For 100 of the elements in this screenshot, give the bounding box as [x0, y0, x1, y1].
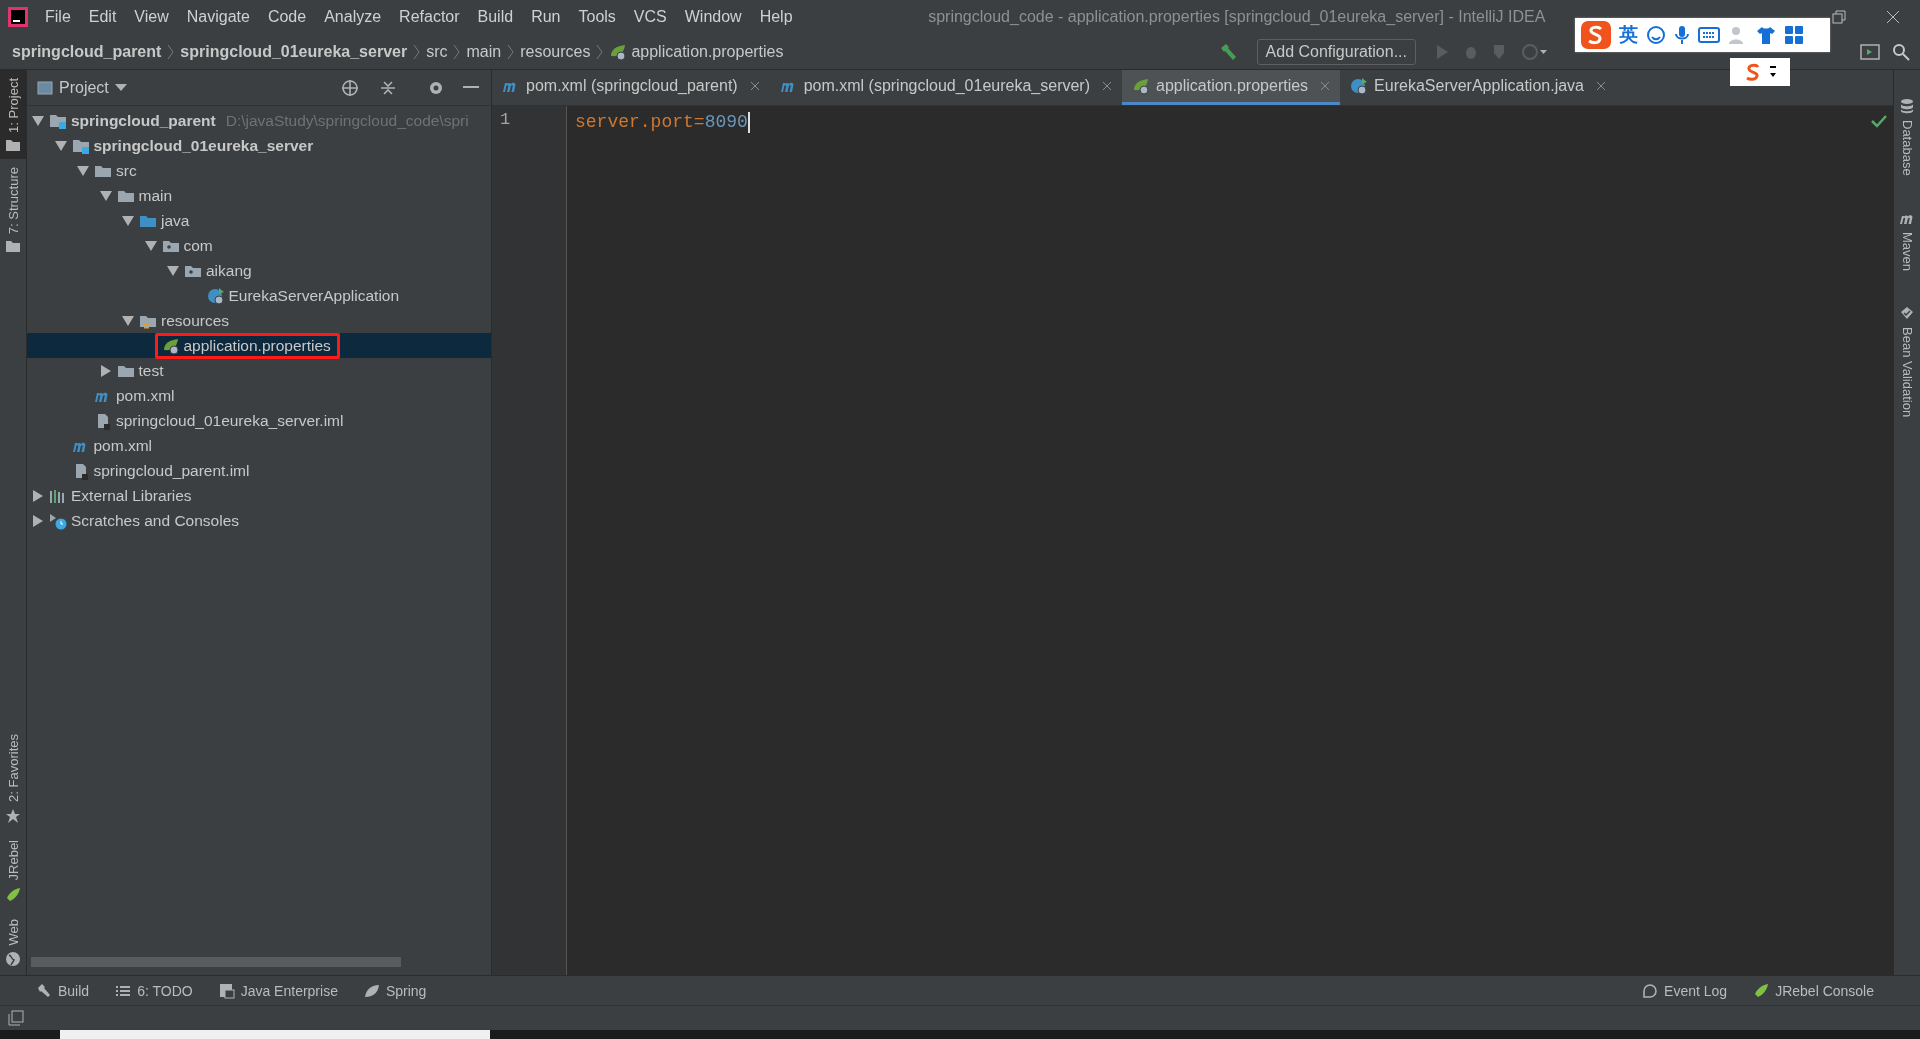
tree-item-label: Scratches and Consoles: [71, 511, 239, 530]
tool-window-tab[interactable]: Maven: [1894, 201, 1920, 279]
menu-item[interactable]: VCS: [624, 8, 676, 26]
search-icon[interactable]: [1892, 42, 1910, 61]
editor-tab[interactable]: pom.xml (springcloud_01eureka_server): [769, 70, 1122, 105]
tool-window-tab[interactable]: Database: [1894, 90, 1920, 184]
panels-toggle-icon[interactable]: [8, 1010, 24, 1026]
shirt-icon[interactable]: [1756, 25, 1776, 45]
enterprise-window-icon: [218, 982, 235, 999]
menu-item[interactable]: Refactor: [390, 8, 469, 26]
tree-item[interactable]: test: [27, 358, 491, 383]
tree-item-label: pom.xml: [93, 436, 153, 455]
breadcrumb[interactable]: springcloud_parent: [12, 42, 162, 61]
tool-window-button[interactable]: JRebel Console: [1753, 982, 1874, 999]
menu-item[interactable]: View: [125, 8, 178, 26]
tree-item[interactable]: springcloud_01eureka_server.iml: [27, 408, 491, 433]
close-icon[interactable]: [1596, 81, 1606, 91]
tool-window-button[interactable]: Event Log: [1642, 982, 1728, 999]
tree-item[interactable]: pom.xml: [27, 433, 491, 458]
tool-window-tab[interactable]: Web: [0, 910, 26, 975]
collapse-all-icon[interactable]: [379, 78, 397, 97]
spring-class-icon: [206, 286, 225, 305]
editor-tab[interactable]: EurekaServerApplication.java: [1340, 70, 1616, 105]
spring-class-icon: [1350, 77, 1369, 95]
tree-item[interactable]: main: [27, 183, 491, 208]
panel-title[interactable]: Project: [59, 78, 109, 97]
breadcrumb[interactable]: springcloud_01eureka_server: [180, 42, 408, 61]
collapsed-arrow-icon[interactable]: [33, 489, 43, 502]
breadcrumb[interactable]: src: [426, 42, 448, 61]
tree-item[interactable]: src: [27, 158, 491, 183]
menu-item[interactable]: Navigate: [177, 8, 259, 26]
tree-item[interactable]: application.properties: [27, 333, 491, 358]
caret-icon[interactable]: [1769, 65, 1777, 79]
language-mode[interactable]: 英: [1619, 22, 1638, 48]
tree-item[interactable]: resources: [27, 308, 491, 333]
tree-item[interactable]: External Libraries: [27, 483, 491, 508]
expanded-arrow-icon[interactable]: [144, 240, 157, 251]
tree-item-label: src: [116, 161, 137, 180]
tree-item-label: EurekaServerApplication: [228, 286, 400, 305]
menu-item[interactable]: Help: [750, 8, 802, 26]
microphone-icon[interactable]: [1674, 25, 1690, 45]
close-icon[interactable]: [1102, 81, 1112, 91]
tool-window-button[interactable]: 6: TODO: [115, 982, 193, 999]
tree-item[interactable]: pom.xml: [27, 383, 491, 408]
breadcrumb[interactable]: application.properties: [609, 42, 784, 61]
close-icon[interactable]: [749, 81, 760, 91]
restore-icon[interactable]: [1832, 10, 1846, 24]
expanded-arrow-icon[interactable]: [99, 190, 112, 201]
close-icon[interactable]: [1886, 10, 1900, 24]
tree-item-label: springcloud_01eureka_server.iml: [116, 411, 344, 430]
hammer-icon[interactable]: [1218, 41, 1239, 62]
property-key: server.port=: [575, 112, 705, 132]
tool-window-tab[interactable]: 7: Structure: [0, 158, 26, 261]
tool-window-tab[interactable]: Bean Validation: [1894, 296, 1920, 425]
grid-icon[interactable]: [1784, 25, 1804, 45]
menu-item[interactable]: Analyze: [315, 8, 391, 26]
tree-item[interactable]: java: [27, 208, 491, 233]
tool-window-button[interactable]: Java Enterprise: [218, 982, 338, 999]
menu-item[interactable]: File: [36, 8, 80, 26]
layout-icon[interactable]: [1860, 42, 1880, 61]
tree-item[interactable]: aikang: [27, 258, 491, 283]
tree-item[interactable]: com: [27, 233, 491, 258]
tree-item[interactable]: Scratches and Consoles: [27, 508, 491, 533]
tree-item[interactable]: EurekaServerApplication: [27, 283, 491, 308]
close-icon[interactable]: [1320, 81, 1331, 91]
collapsed-arrow-icon[interactable]: [100, 364, 111, 377]
menu-item[interactable]: Tools: [569, 8, 625, 26]
tool-window-tab[interactable]: 2: Favorites: [0, 726, 26, 833]
menu-item[interactable]: Build: [468, 8, 523, 26]
tool-window-button[interactable]: Build: [36, 982, 90, 999]
editor-tab[interactable]: application.properties: [1122, 70, 1341, 105]
smiley-icon[interactable]: [1646, 25, 1666, 45]
expanded-arrow-icon[interactable]: [32, 115, 44, 126]
tool-window-tab[interactable]: 1: Project: [0, 70, 26, 159]
expanded-arrow-icon[interactable]: [167, 265, 179, 276]
menu-item[interactable]: Window: [675, 8, 751, 26]
tool-window-tab[interactable]: JRebel: [0, 832, 26, 911]
expanded-arrow-icon[interactable]: [122, 315, 134, 326]
menu-item[interactable]: Run: [522, 8, 570, 26]
expanded-arrow-icon[interactable]: [122, 215, 134, 226]
expanded-arrow-icon[interactable]: [77, 165, 89, 176]
menu-item[interactable]: Edit: [79, 8, 126, 26]
menu-item[interactable]: Code: [258, 8, 316, 26]
expanded-arrow-icon[interactable]: [54, 140, 67, 151]
property-value: 8090: [704, 112, 748, 132]
tree-item[interactable]: springcloud_parent.iml: [27, 458, 491, 483]
breadcrumb[interactable]: main: [466, 42, 502, 61]
tool-window-button[interactable]: Spring: [363, 982, 427, 999]
editor-tab[interactable]: pom.xml (springcloud_parent): [492, 70, 770, 105]
tree-item-label: springcloud_01eureka_server: [93, 136, 314, 155]
breadcrumb[interactable]: resources: [520, 42, 591, 61]
collapsed-arrow-icon[interactable]: [33, 514, 43, 527]
profiler-dropdown-icon[interactable]: [1522, 42, 1548, 61]
run-configuration-button[interactable]: Add Configuration...: [1256, 38, 1416, 65]
keyboard-icon[interactable]: [1698, 27, 1720, 43]
chevron-icon: [507, 43, 515, 60]
tree-item[interactable]: springcloud_01eureka_server: [27, 133, 491, 158]
scrollbar[interactable]: [31, 957, 401, 967]
locate-icon[interactable]: [341, 78, 359, 97]
sogou-s-icon[interactable]: [1581, 21, 1611, 49]
